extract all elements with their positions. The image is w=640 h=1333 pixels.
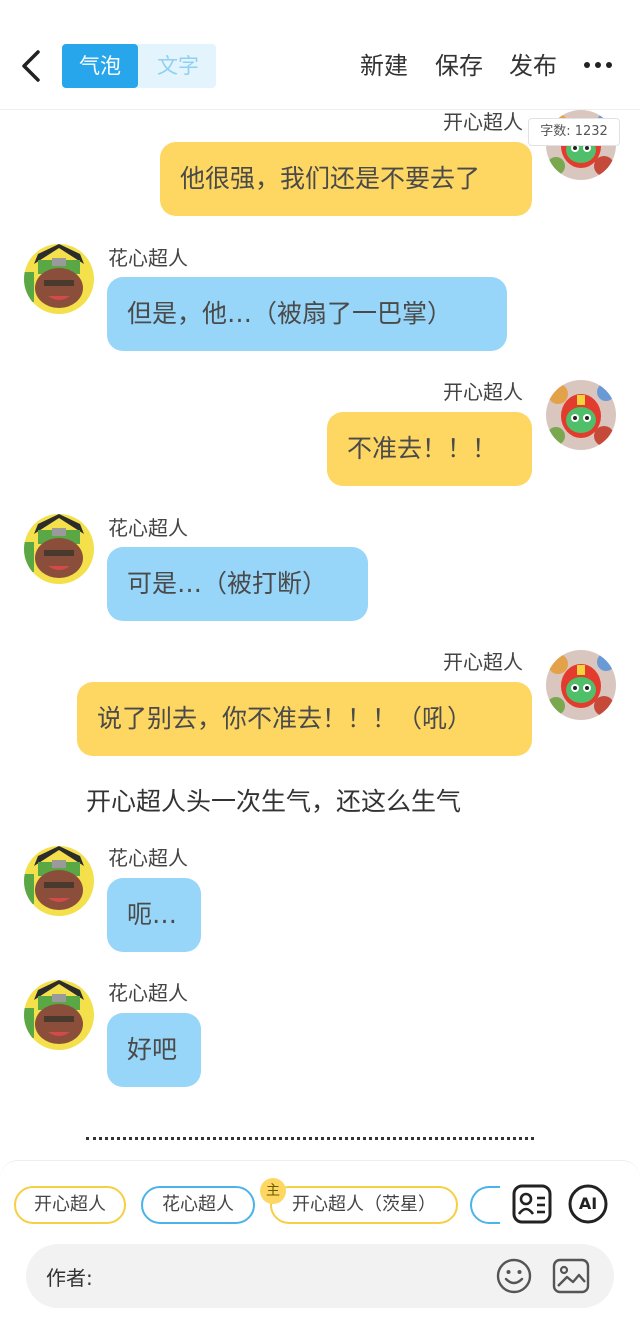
image-icon[interactable] [552,1258,590,1294]
speaker-name: 开心超人 [443,110,523,134]
character-chip-huaxin[interactable]: 花心超人 [141,1186,255,1224]
contact-card-icon[interactable] [512,1184,552,1224]
message-bubble[interactable]: 不准去！！！ [327,412,532,486]
speaker-name: 花心超人 [108,246,188,270]
back-button[interactable] [14,46,52,86]
more-options-icon[interactable] [584,62,614,70]
ai-icon-label: AI [578,1194,598,1213]
message-bubble[interactable]: 说了别去，你不准去！！！（吼） [77,682,532,756]
save-button[interactable]: 保存 [435,48,483,84]
message-bubble[interactable]: 呃… [107,878,201,952]
main-character-badge: 主 [260,1178,286,1204]
chevron-left-icon [22,50,40,82]
character-chip-partial[interactable] [470,1186,500,1224]
avatar-huaxin[interactable] [24,514,94,584]
ai-icon[interactable]: AI [568,1184,608,1224]
speaker-name: 开心超人 [443,650,523,674]
narration-text[interactable]: 开心超人头一次生气，还这么生气 [86,782,461,818]
avatar-huaxin[interactable] [24,980,94,1050]
message-bubble[interactable]: 可是…（被打断） [107,547,368,621]
avatar-kaixin[interactable] [546,650,616,720]
author-label: 作者: [46,1266,93,1290]
tab-text[interactable]: 文字 [140,44,216,88]
message-bubble[interactable]: 好吧 [107,1013,201,1087]
publish-button[interactable]: 发布 [509,48,557,84]
message-bubble[interactable]: 但是，他…（被扇了一巴掌） [107,277,507,351]
top-bar: 气泡 文字 新建 保存 发布 [0,0,640,110]
character-chip-kaixin-cixing[interactable]: 开心超人（茨星） [270,1186,458,1224]
tab-bubble[interactable]: 气泡 [62,44,138,88]
mode-toggle: 气泡 文字 [62,44,216,88]
avatar-kaixin[interactable] [546,380,616,450]
speaker-name: 花心超人 [108,981,188,1005]
speaker-name: 花心超人 [108,846,188,870]
message-bubble[interactable]: 他很强，我们还是不要去了 [160,142,532,216]
word-count-badge: 字数: 1232 [528,118,620,146]
speaker-name: 开心超人 [443,380,523,404]
end-divider [86,1137,534,1140]
avatar-huaxin[interactable] [24,846,94,916]
new-button[interactable]: 新建 [360,48,408,84]
character-chip-kaixin[interactable]: 开心超人 [14,1186,126,1224]
speaker-name: 花心超人 [108,516,188,540]
avatar-huaxin[interactable] [24,244,94,314]
emoji-icon[interactable] [496,1258,532,1294]
